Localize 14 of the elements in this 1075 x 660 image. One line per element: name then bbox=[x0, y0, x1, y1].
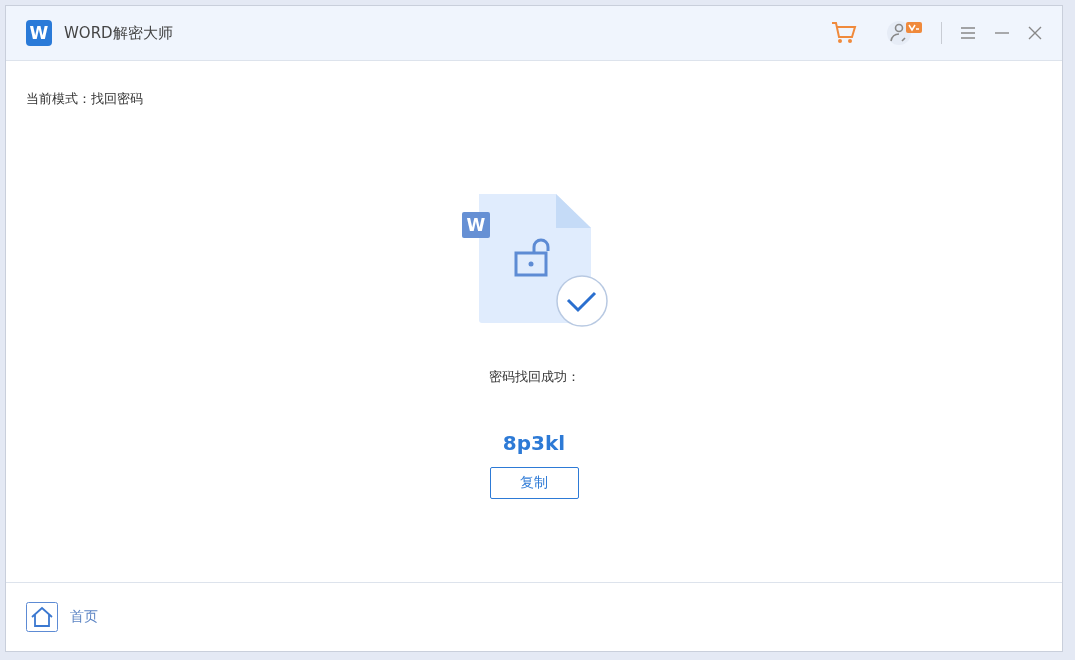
home-link[interactable]: 首页 bbox=[70, 608, 98, 626]
window-title: WORD解密大师 bbox=[64, 23, 173, 43]
mode-label: 当前模式：找回密码 bbox=[26, 90, 144, 108]
cart-icon[interactable] bbox=[831, 21, 857, 45]
copy-button[interactable]: 复制 bbox=[489, 467, 579, 499]
menu-icon[interactable] bbox=[960, 26, 976, 40]
recovered-password: 8p3kl bbox=[502, 431, 566, 455]
home-icon[interactable] bbox=[26, 602, 58, 632]
success-message: 密码找回成功： bbox=[488, 368, 580, 386]
minimize-icon[interactable] bbox=[994, 32, 1010, 34]
close-icon[interactable] bbox=[1028, 26, 1042, 40]
user-icon[interactable] bbox=[887, 20, 923, 46]
app-logo: W bbox=[26, 20, 52, 46]
word-badge: W bbox=[462, 212, 490, 238]
